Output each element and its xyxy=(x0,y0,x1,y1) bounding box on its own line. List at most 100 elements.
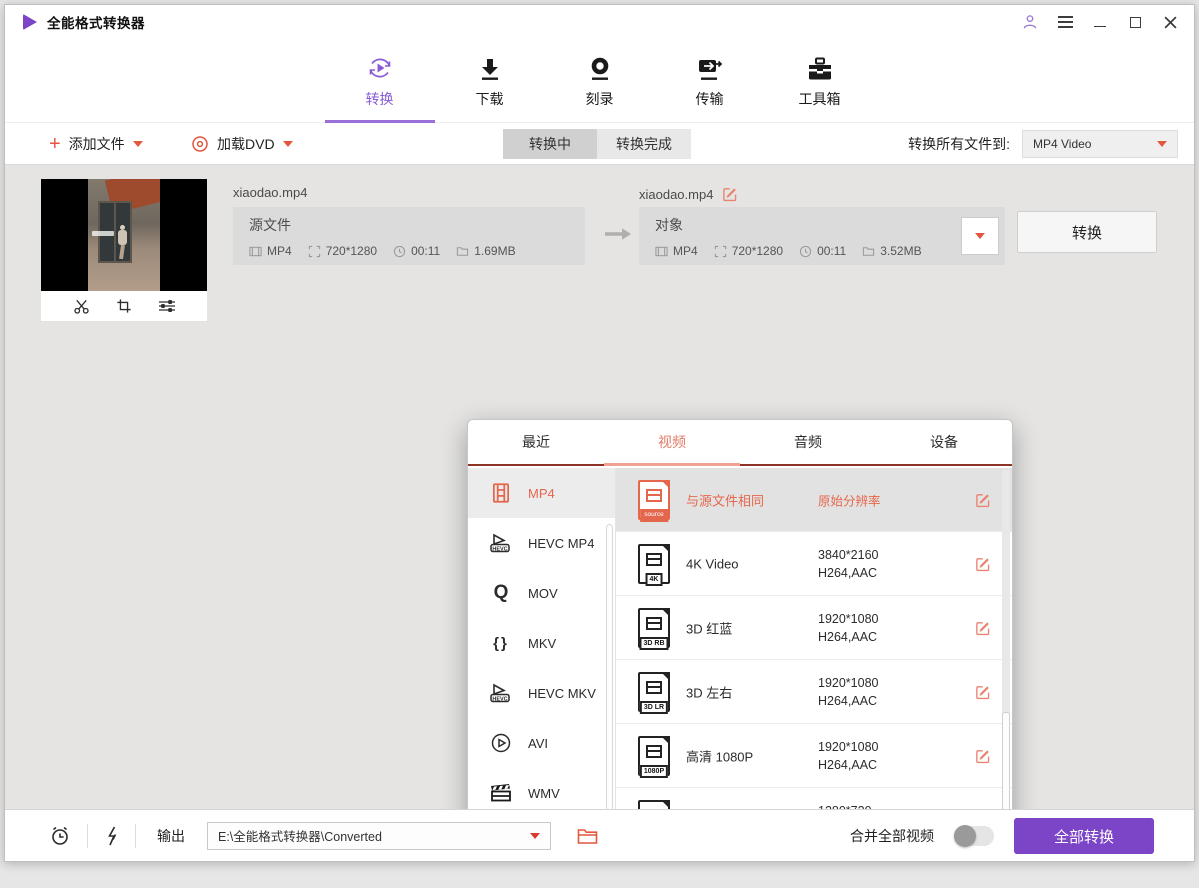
edit-preset-icon[interactable] xyxy=(974,619,992,637)
preset-row-source[interactable]: source 与源文件相同 原始分辨率 xyxy=(616,468,1012,532)
target-panel-title: 对象 xyxy=(655,215,683,235)
format-label: HEVC MKV xyxy=(528,686,596,701)
preset-row-3d-lr[interactable]: 3D LR 3D 左右 1920*1080H264,AAC xyxy=(616,660,1012,724)
source-format: MP4 xyxy=(249,244,292,258)
mov-icon: Q xyxy=(488,580,514,606)
close-button[interactable] xyxy=(1160,12,1180,32)
dvd-icon xyxy=(191,135,209,153)
add-file-button[interactable]: + 添加文件 xyxy=(49,123,143,165)
preset-row-4k[interactable]: 4K 4K Video 3840*2160H264,AAC xyxy=(616,532,1012,596)
format-popup: 最近 视频 音频 设备 MP4 HEVC xyxy=(467,419,1013,862)
merge-videos-toggle[interactable] xyxy=(954,826,994,846)
load-dvd-label: 加载DVD xyxy=(217,134,275,154)
edit-preset-icon[interactable] xyxy=(974,491,992,509)
format-label: AVI xyxy=(528,736,548,751)
tab-burn-label: 刻录 xyxy=(586,89,614,109)
source-info-panel: 源文件 MP4 720*1280 00:11 1.69MB xyxy=(233,207,585,265)
popup-tabbar: 最近 视频 音频 设备 xyxy=(468,420,1012,466)
format-item-hevc-mp4[interactable]: HEVC HEVC MP4 xyxy=(468,518,615,568)
output-path-select[interactable]: E:\全能格式转换器\Converted xyxy=(207,822,551,850)
tab-convert[interactable]: 转换 xyxy=(325,39,435,122)
popup-tab-video[interactable]: 视频 xyxy=(604,420,740,464)
folder-icon xyxy=(456,245,469,258)
clock-icon xyxy=(393,245,406,258)
folder-icon xyxy=(862,245,875,258)
tab-toolbox[interactable]: 工具箱 xyxy=(765,39,875,122)
maximize-button[interactable] xyxy=(1125,12,1145,32)
schedule-icon[interactable] xyxy=(49,825,71,847)
load-dvd-caret-icon[interactable] xyxy=(283,141,293,147)
effects-icon[interactable] xyxy=(158,298,176,314)
toggle-knob xyxy=(954,825,976,847)
svg-text:HEVC: HEVC xyxy=(492,696,507,702)
format-list-scrollbar[interactable] xyxy=(606,524,613,846)
format-item-hevc-mkv[interactable]: HEVC HEVC MKV xyxy=(468,668,615,718)
1080p-preset-icon: 1080P xyxy=(638,736,670,776)
format-item-mkv[interactable]: {} MKV xyxy=(468,618,615,668)
source-resolution: 720*1280 xyxy=(308,244,377,258)
popup-tab-device[interactable]: 设备 xyxy=(876,420,1012,464)
tab-burn[interactable]: 刻录 xyxy=(545,39,655,122)
wmv-icon xyxy=(488,780,514,806)
app-logo-icon xyxy=(23,14,37,30)
tab-download[interactable]: 下载 xyxy=(435,39,545,122)
format-list: MP4 HEVC HEVC MP4 Q MOV {} MKV xyxy=(468,468,616,852)
format-label: MP4 xyxy=(528,486,555,501)
tab-transfer-label: 传输 xyxy=(696,89,724,109)
trim-icon[interactable] xyxy=(73,298,90,315)
open-folder-icon[interactable] xyxy=(577,827,598,845)
plus-icon: + xyxy=(49,134,61,154)
transfer-icon xyxy=(696,52,724,82)
high-speed-icon[interactable] xyxy=(103,825,121,847)
target-size: 3.52MB xyxy=(862,244,921,258)
load-dvd-button[interactable]: 加载DVD xyxy=(191,123,293,165)
video-thumbnail-card xyxy=(41,179,207,321)
minimize-button[interactable] xyxy=(1090,12,1110,32)
tab-converting[interactable]: 转换中 xyxy=(503,129,597,159)
toolbox-icon xyxy=(806,52,834,82)
3d-rb-preset-icon: 3D RB xyxy=(638,608,670,648)
task-list-area: xiaodao.mp4 源文件 MP4 720*1280 00:11 xyxy=(5,165,1194,809)
output-path-value: E:\全能格式转换器\Converted xyxy=(218,826,382,845)
edit-preset-icon[interactable] xyxy=(974,555,992,573)
account-icon[interactable] xyxy=(1020,12,1040,32)
source-size: 1.69MB xyxy=(456,244,515,258)
format-item-avi[interactable]: AVI xyxy=(468,718,615,768)
output-format-select[interactable]: MP4 Video xyxy=(1022,130,1178,158)
target-format: MP4 xyxy=(655,244,698,258)
burn-icon xyxy=(587,52,613,82)
menu-icon[interactable] xyxy=(1055,12,1075,32)
hevc-mkv-icon: HEVC xyxy=(488,680,514,706)
add-file-caret-icon[interactable] xyxy=(133,141,143,147)
target-duration: 00:11 xyxy=(799,244,846,258)
format-item-mp4[interactable]: MP4 xyxy=(468,468,615,518)
target-filename: xiaodao.mp4 xyxy=(639,185,739,203)
output-label: 输出 xyxy=(157,826,185,846)
tab-transfer[interactable]: 传输 xyxy=(655,39,765,122)
popup-tab-recent[interactable]: 最近 xyxy=(468,420,604,464)
preset-row-3d-rb[interactable]: 3D RB 3D 红蓝 1920*1080H264,AAC xyxy=(616,596,1012,660)
edit-preset-icon[interactable] xyxy=(974,747,992,765)
format-item-mov[interactable]: Q MOV xyxy=(468,568,615,618)
preset-row-1080p[interactable]: 1080P 高清 1080P 1920*1080H264,AAC xyxy=(616,724,1012,788)
4k-preset-icon: 4K xyxy=(638,544,670,584)
avi-icon xyxy=(488,730,514,756)
target-resolution: 720*1280 xyxy=(714,244,783,258)
convert-all-to-label: 转换所有文件到: xyxy=(908,134,1010,154)
convert-button[interactable]: 转换 xyxy=(1017,211,1157,253)
crop-icon[interactable] xyxy=(116,298,132,314)
preset-list-scrollbar[interactable] xyxy=(1002,470,1010,848)
popup-tab-audio[interactable]: 音频 xyxy=(740,420,876,464)
rename-icon[interactable] xyxy=(721,185,739,203)
convert-all-button[interactable]: 全部转换 xyxy=(1014,818,1154,854)
app-title: 全能格式转换器 xyxy=(47,12,145,32)
edit-preset-icon[interactable] xyxy=(974,683,992,701)
toolbar: + 添加文件 加载DVD 转换中 转换完成 转换所有文件到: MP4 Video xyxy=(5,123,1194,165)
bottombar: 输出 E:\全能格式转换器\Converted 合并全部视频 全部转换 xyxy=(5,809,1194,861)
target-format-caret-icon xyxy=(975,233,985,239)
tab-finished[interactable]: 转换完成 xyxy=(597,129,691,159)
format-caret-icon xyxy=(1157,141,1167,147)
target-format-dropdown-button[interactable] xyxy=(961,217,999,255)
output-format-value: MP4 Video xyxy=(1033,137,1091,151)
app-window: 全能格式转换器 转换 xyxy=(4,4,1195,862)
